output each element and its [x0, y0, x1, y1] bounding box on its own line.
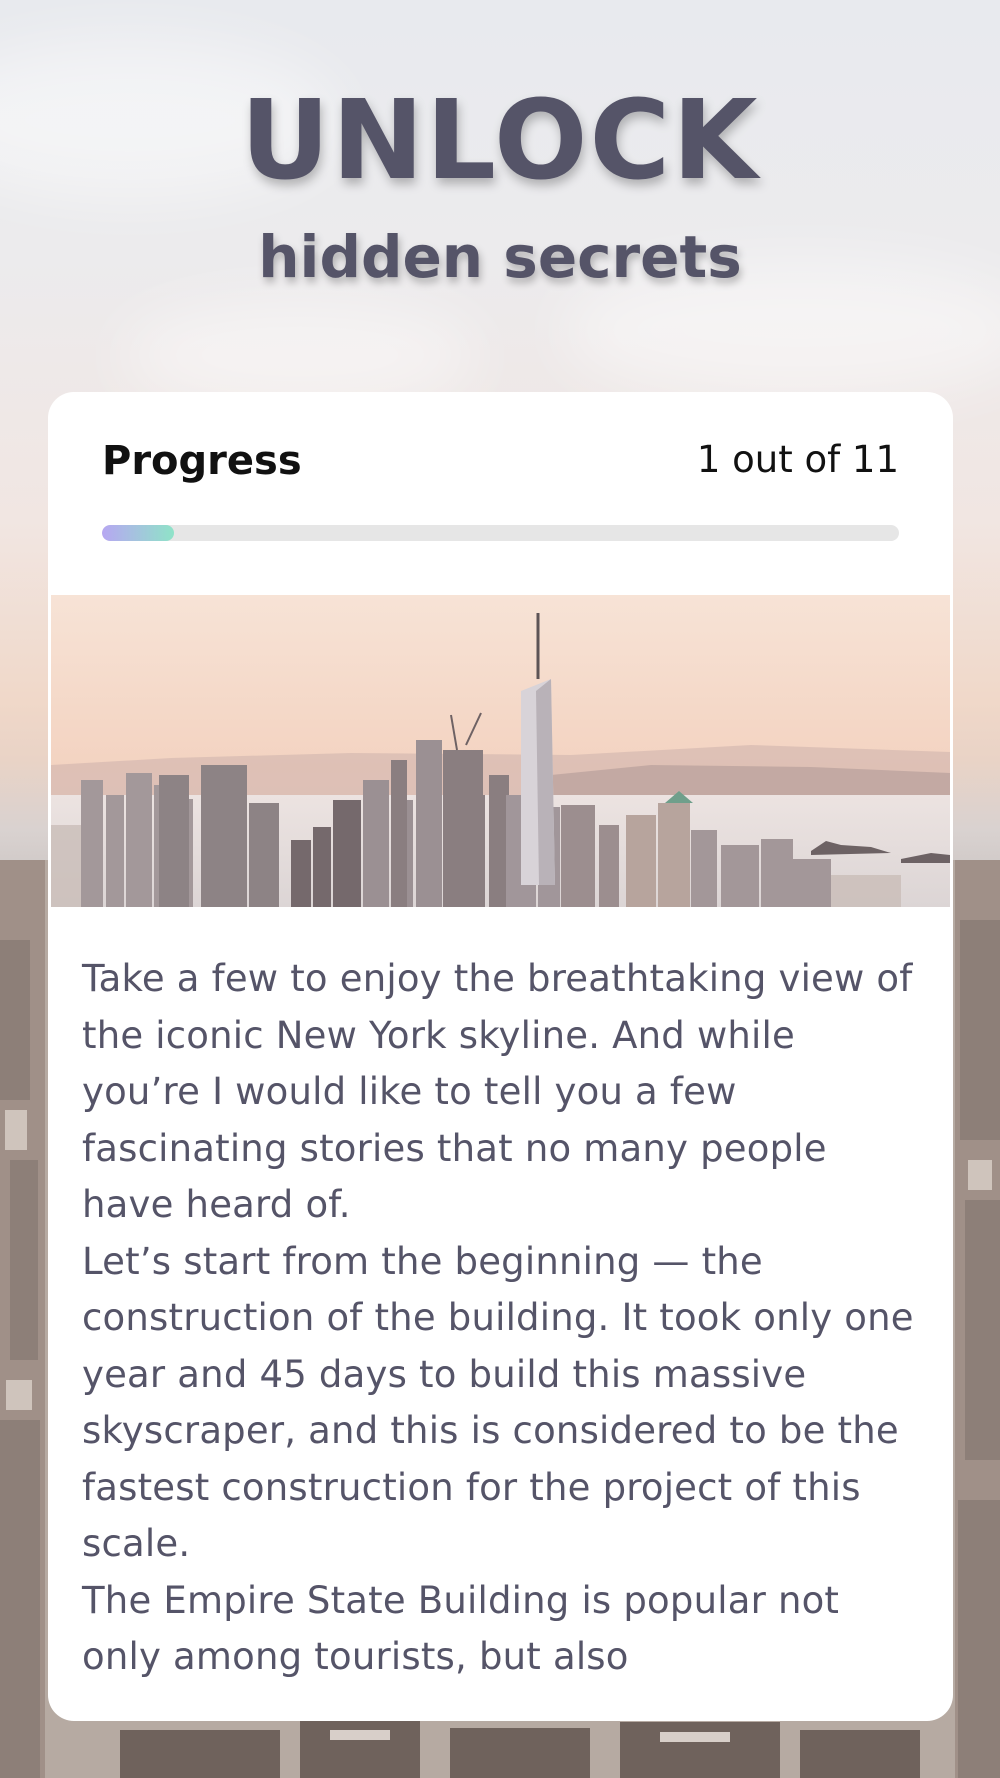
- progress-bar: [102, 525, 899, 541]
- story-card: Take a few to enjoy the breathtaking vie…: [48, 907, 953, 1721]
- story-paragraph: The Empire State Building is popular not…: [82, 1578, 840, 1679]
- skyline-image: [48, 595, 953, 907]
- skyline-illustration: [51, 595, 950, 907]
- page-title: UNLOCK: [240, 76, 760, 204]
- progress-card: Progress 1 out of 11: [48, 392, 953, 595]
- page-subtitle: hidden secrets: [258, 223, 742, 291]
- progress-bar-fill: [102, 525, 174, 541]
- story-paragraph: Let’s start from the beginning — the con…: [82, 1239, 914, 1566]
- progress-label: Progress: [102, 438, 302, 484]
- story-paragraph: Take a few to enjoy the breathtaking vie…: [82, 957, 913, 1226]
- progress-count: 1 out of 11: [696, 438, 899, 481]
